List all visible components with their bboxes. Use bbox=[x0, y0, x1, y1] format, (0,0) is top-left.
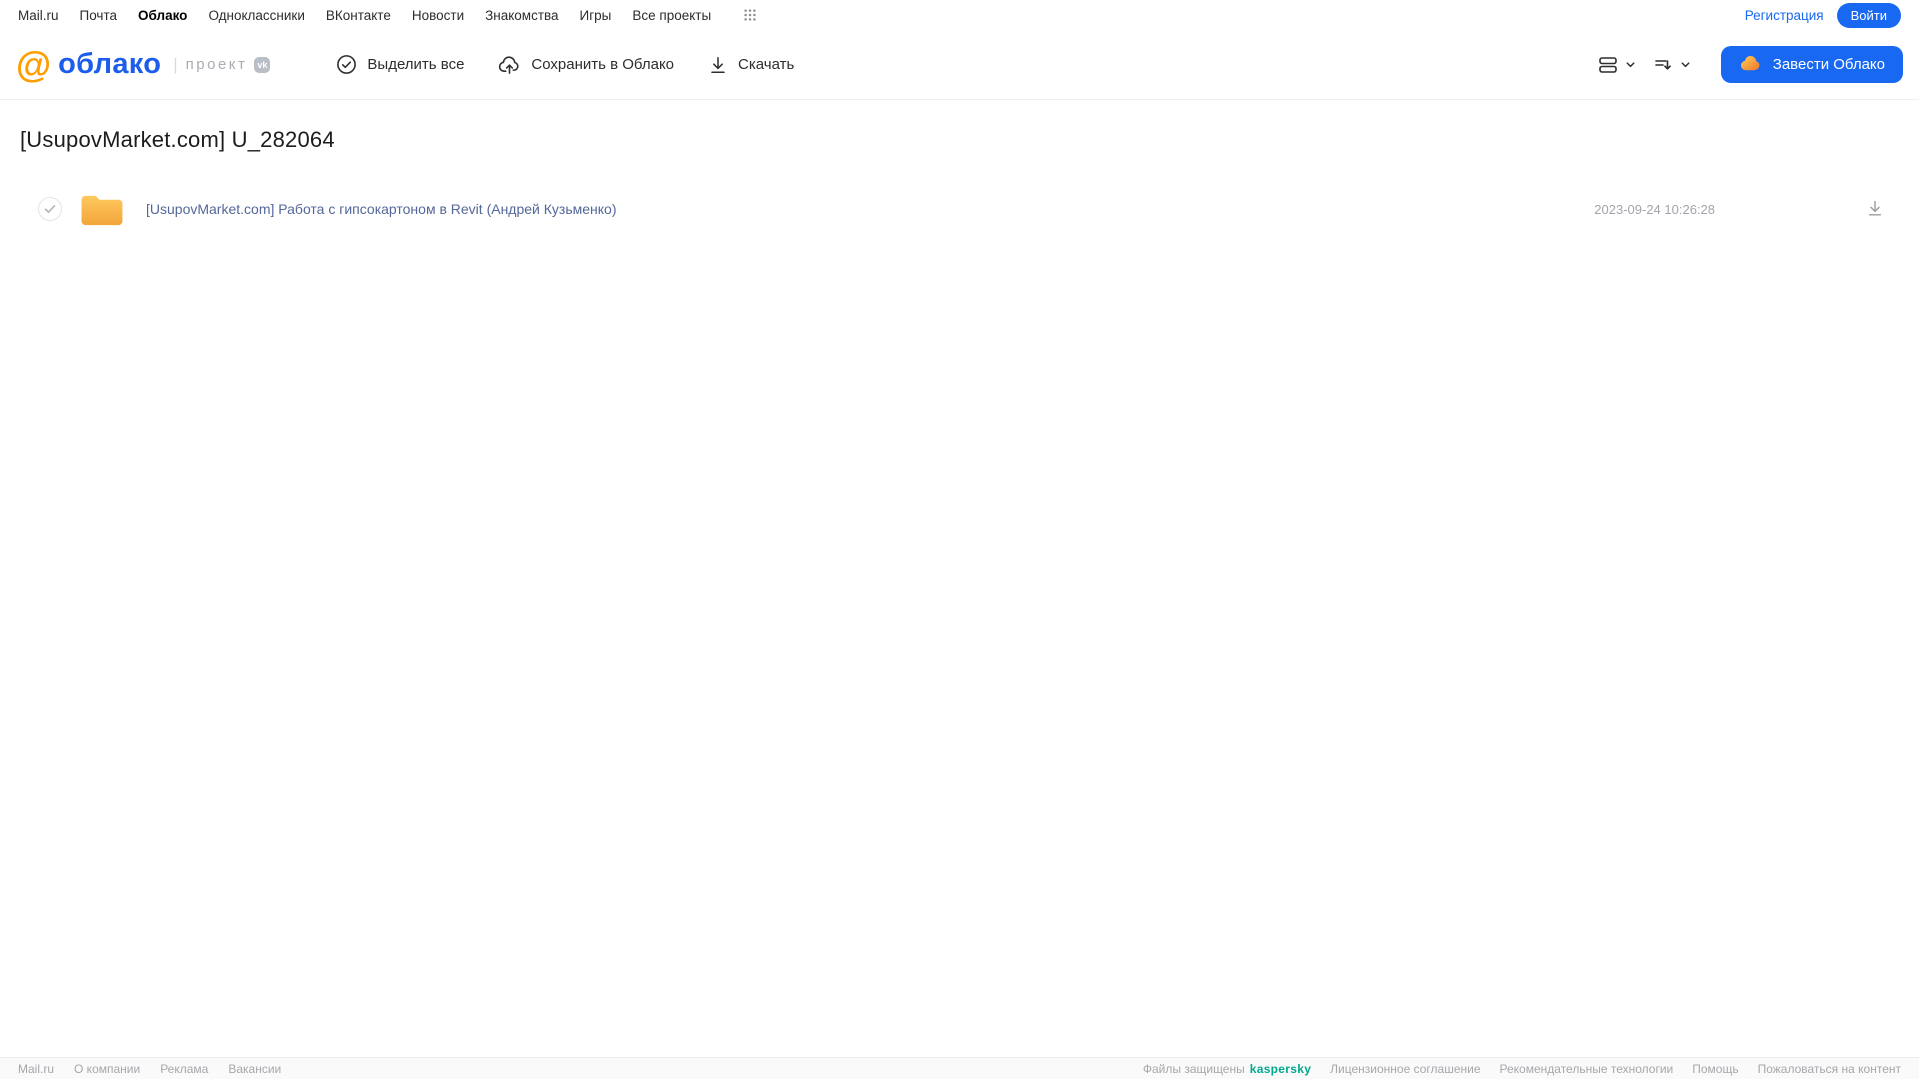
footer-link-report-content[interactable]: Пожаловаться на контент bbox=[1758, 1062, 1901, 1076]
topnav-link-vse-proekty[interactable]: Все проекты bbox=[632, 8, 711, 23]
view-mode-button[interactable] bbox=[1597, 54, 1637, 76]
top-service-bar: Mail.ru Почта Облако Одноклассники ВКонт… bbox=[0, 0, 1919, 30]
login-button[interactable]: Войти bbox=[1836, 2, 1901, 28]
download-button[interactable]: Скачать bbox=[708, 55, 794, 75]
topnav-link-pochta[interactable]: Почта bbox=[80, 8, 118, 23]
page-title: [UsupovMarket.com] U_282064 bbox=[20, 127, 335, 152]
footer-company-links: Mail.ru О компании Реклама Вакансии bbox=[18, 1062, 281, 1076]
select-all-button[interactable]: Выделить все bbox=[336, 54, 464, 75]
download-label: Скачать bbox=[738, 56, 795, 73]
page-footer: Mail.ru О компании Реклама Вакансии Файл… bbox=[0, 1057, 1919, 1079]
create-cloud-button[interactable]: Завести Облако bbox=[1720, 46, 1903, 83]
rows-view-icon bbox=[1597, 54, 1619, 76]
all-projects-grid-icon[interactable] bbox=[743, 8, 757, 22]
check-circle-icon bbox=[336, 54, 357, 75]
file-row[interactable]: [UsupovMarket.com] Работа с гипсокартоно… bbox=[0, 177, 1919, 241]
row-checkbox[interactable] bbox=[38, 197, 62, 221]
cloud-upload-icon bbox=[498, 54, 521, 75]
top-bar-auth: Регистрация Войти bbox=[1745, 2, 1901, 28]
vk-badge-icon: vk bbox=[254, 56, 271, 73]
view-controls: Завести Облако bbox=[1597, 46, 1903, 83]
kaspersky-link[interactable]: kaspersky bbox=[1250, 1062, 1311, 1076]
chevron-down-icon bbox=[1679, 58, 1692, 71]
files-protected-note: Файлы защищены kaspersky bbox=[1143, 1062, 1311, 1076]
download-icon bbox=[1865, 198, 1885, 221]
logo-divider: | bbox=[173, 54, 178, 74]
footer-link-ads[interactable]: Реклама bbox=[160, 1062, 208, 1076]
file-modified-date: 2023-09-24 10:26:28 bbox=[1594, 201, 1715, 217]
top-nav-list: Mail.ru Почта Облако Одноклассники ВКонт… bbox=[18, 8, 757, 23]
topnav-link-znakomstva[interactable]: Знакомства bbox=[485, 8, 558, 23]
file-name-link[interactable]: [UsupovMarket.com] Работа с гипсокартоно… bbox=[146, 201, 1594, 217]
footer-link-mail-ru[interactable]: Mail.ru bbox=[18, 1062, 54, 1076]
files-protected-label: Файлы защищены bbox=[1142, 1061, 1245, 1076]
topnav-link-oblako[interactable]: Облако bbox=[138, 8, 187, 23]
folder-icon[interactable] bbox=[78, 191, 126, 228]
footer-legal-links: Файлы защищены kaspersky Лицензионное со… bbox=[1143, 1062, 1901, 1076]
footer-link-help[interactable]: Помощь bbox=[1692, 1062, 1738, 1076]
top-nav: Mail.ru Почта Облако Одноклассники ВКонт… bbox=[18, 8, 757, 23]
cloud-toolbar: @ облако | проект vk Выделить все Сохран… bbox=[0, 30, 1919, 100]
topnav-link-mail-ru[interactable]: Mail.ru bbox=[18, 8, 59, 23]
footer-link-license[interactable]: Лицензионное соглашение bbox=[1330, 1062, 1480, 1076]
topnav-link-novosti[interactable]: Новости bbox=[412, 8, 464, 23]
mailru-at-icon: @ bbox=[16, 43, 52, 85]
select-all-label: Выделить все bbox=[367, 56, 465, 73]
download-icon bbox=[708, 55, 728, 75]
sort-button[interactable] bbox=[1652, 54, 1692, 76]
main-content: [UsupovMarket.com] U_282064 [UsupovMarke… bbox=[0, 100, 1919, 1057]
footer-link-about[interactable]: О компании bbox=[74, 1062, 140, 1076]
chevron-down-icon bbox=[1624, 58, 1637, 71]
footer-link-recommendation-tech[interactable]: Рекомендательные технологии bbox=[1500, 1062, 1674, 1076]
sort-icon bbox=[1652, 54, 1674, 76]
save-to-cloud-button[interactable]: Сохранить в Облако bbox=[498, 54, 674, 75]
create-cloud-label: Завести Облако bbox=[1772, 56, 1885, 73]
topnav-link-igry[interactable]: Игры bbox=[580, 8, 612, 23]
registration-link[interactable]: Регистрация bbox=[1745, 8, 1824, 23]
vk-project-label: проект bbox=[185, 56, 248, 73]
topnav-link-vkontakte[interactable]: ВКонтакте bbox=[326, 8, 391, 23]
save-to-cloud-label: Сохранить в Облако bbox=[531, 56, 675, 73]
row-download-button[interactable] bbox=[1865, 198, 1885, 221]
cloud-logo[interactable]: @ облако | проект vk bbox=[16, 43, 271, 85]
file-actions: Выделить все Сохранить в Облако Скачать bbox=[336, 54, 794, 75]
cloud-logo-text: облако bbox=[58, 48, 162, 80]
footer-link-jobs[interactable]: Вакансии bbox=[228, 1062, 281, 1076]
topnav-link-odnoklassniki[interactable]: Одноклассники bbox=[208, 8, 304, 23]
cloud-icon bbox=[1739, 53, 1763, 77]
